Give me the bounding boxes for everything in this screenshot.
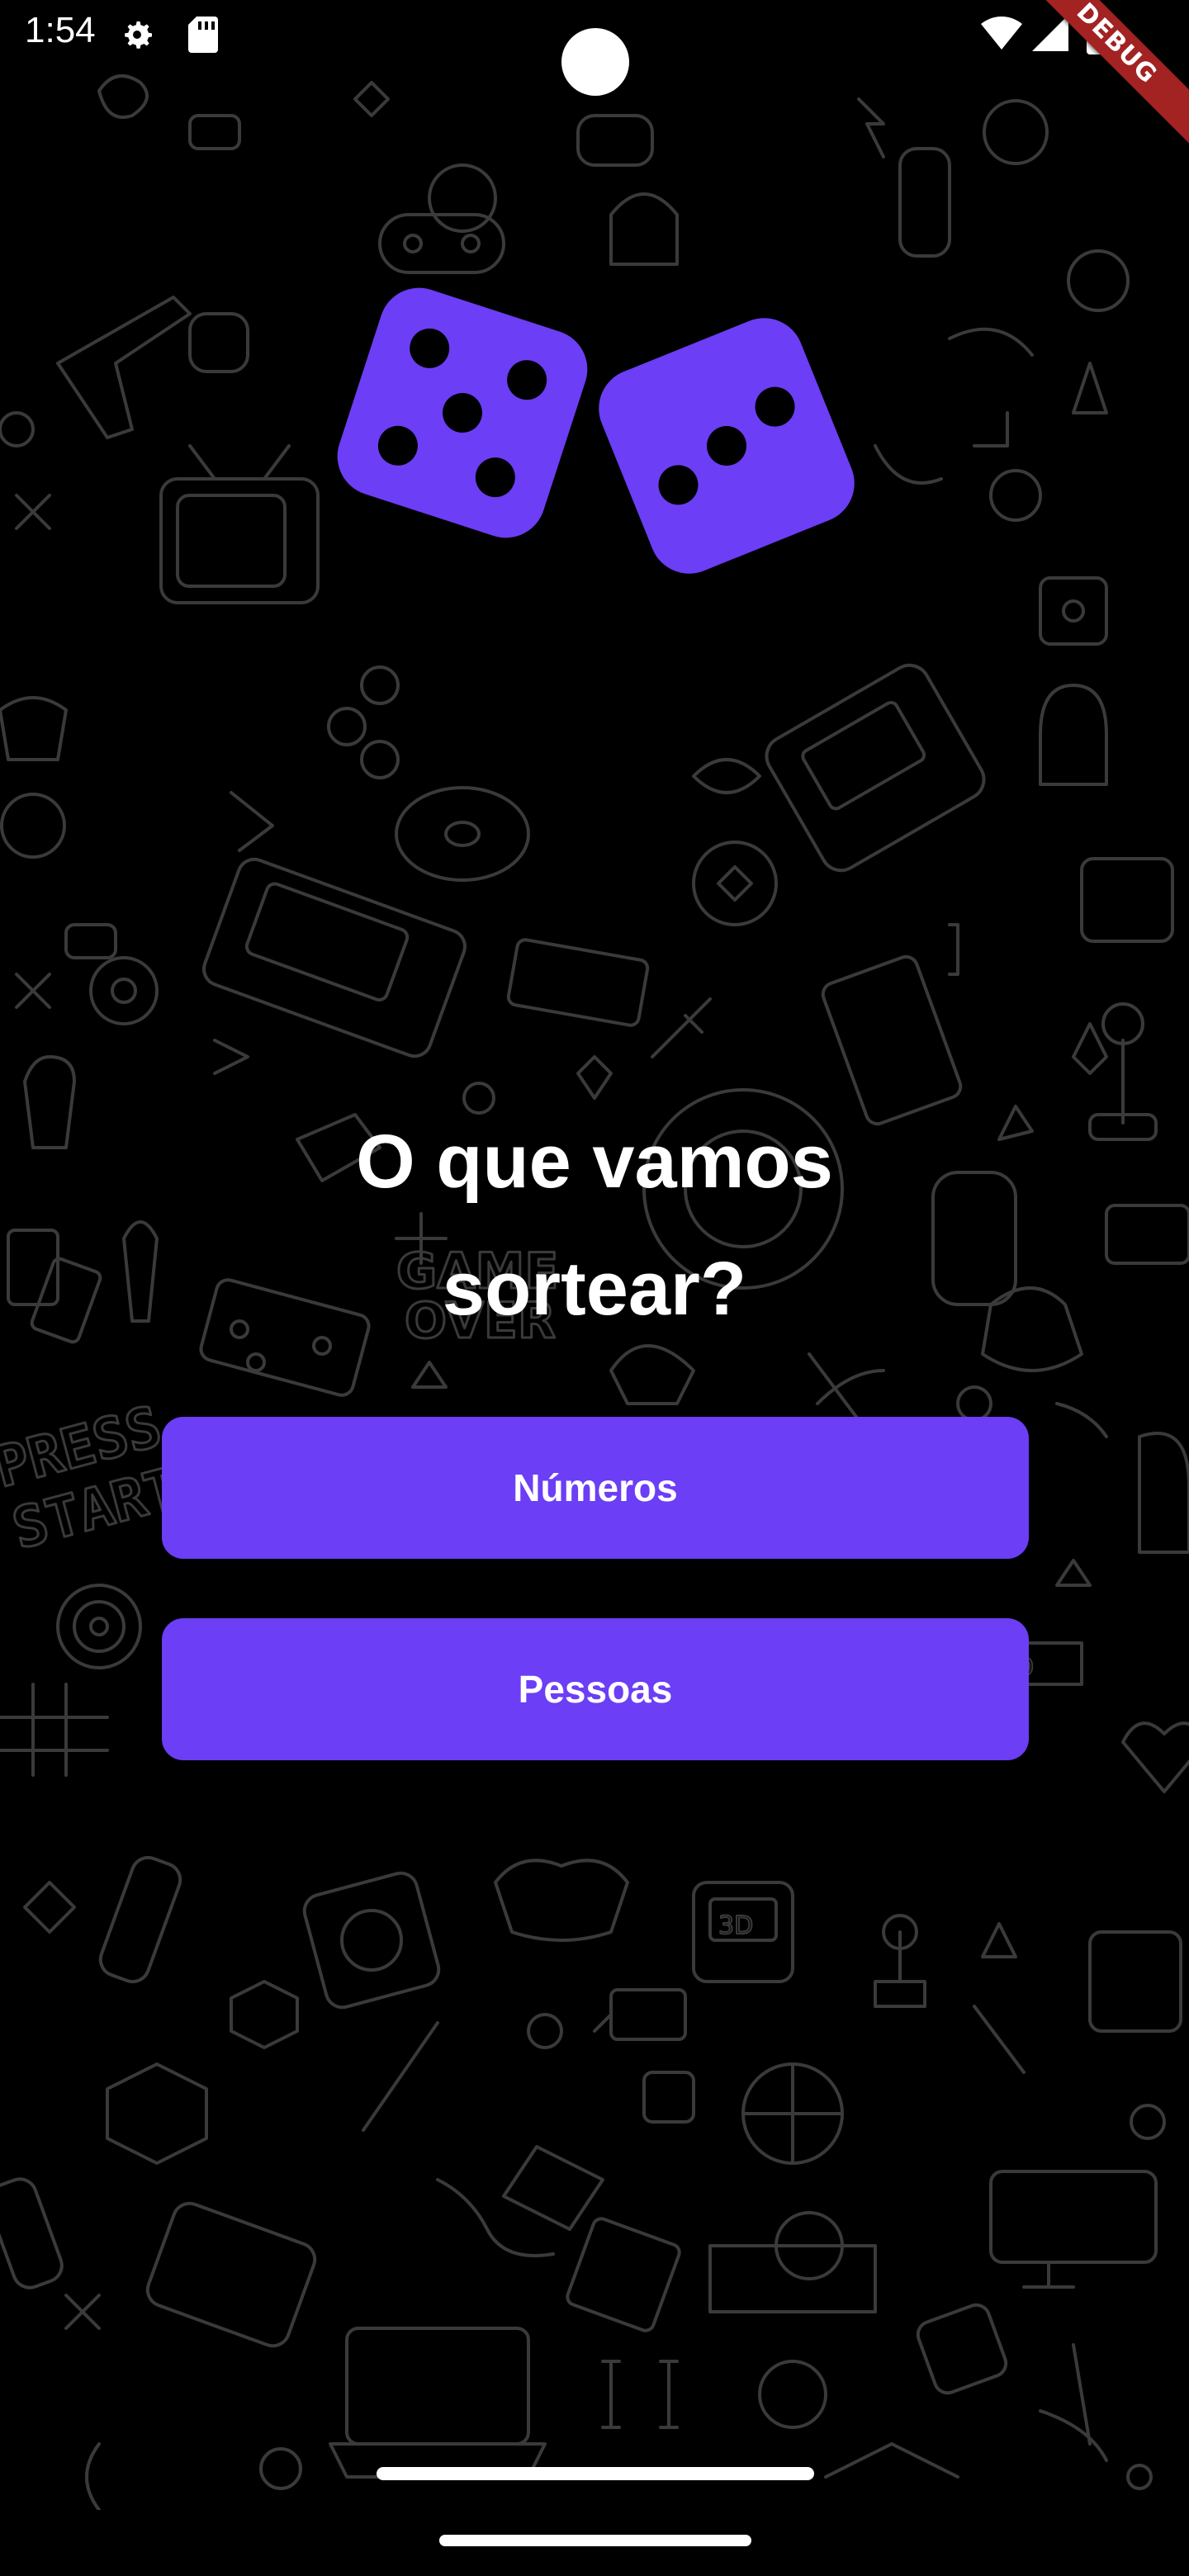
home-indicator[interactable] bbox=[377, 2467, 814, 2480]
signal-icon bbox=[1032, 15, 1068, 51]
camera-cutout bbox=[561, 28, 629, 96]
status-time: 1:54 bbox=[25, 10, 96, 50]
title-line-2: sortear? bbox=[442, 1247, 747, 1331]
navigation-handle[interactable] bbox=[439, 2535, 751, 2546]
app-screen: GAME OVER PRESS START A S D bbox=[0, 0, 1189, 2576]
settings-icon bbox=[125, 21, 152, 49]
title-line-1: O que vamos bbox=[356, 1120, 833, 1204]
page-title: O que vamos sortear? bbox=[0, 1098, 1189, 1352]
people-button[interactable]: Pessoas bbox=[162, 1618, 1029, 1760]
svg-text:3D: 3D bbox=[718, 1911, 753, 1940]
dice-icon bbox=[337, 287, 855, 574]
sd-card-icon bbox=[188, 17, 218, 53]
numbers-button[interactable]: Números bbox=[162, 1417, 1029, 1559]
wifi-icon bbox=[981, 17, 1022, 50]
